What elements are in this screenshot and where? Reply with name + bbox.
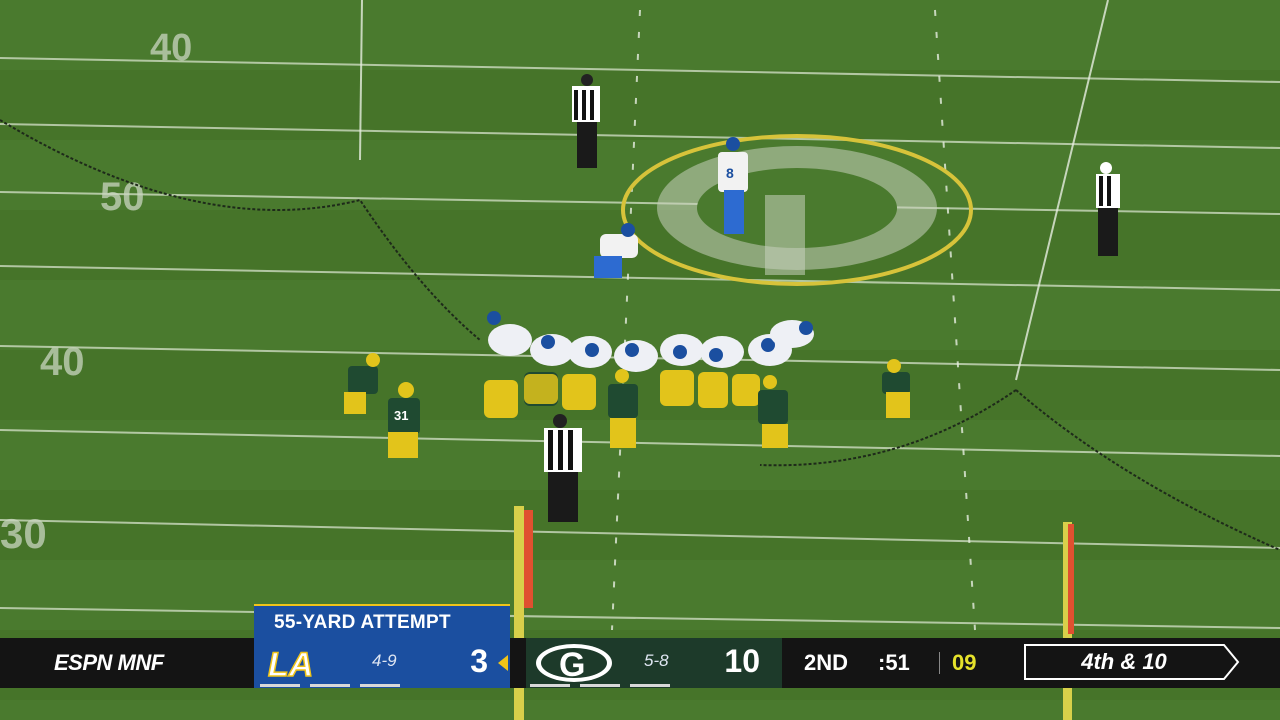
home-team-score: 10 — [724, 643, 760, 679]
rams-logo-text: LA — [268, 646, 313, 684]
home-team-record: 5-8 — [644, 651, 669, 670]
official-umpire — [544, 414, 582, 522]
svg-text:40: 40 — [150, 27, 192, 69]
svg-text:8: 8 — [726, 165, 734, 181]
timeout-marker — [310, 684, 350, 687]
down-and-distance: 4th & 10 — [1024, 644, 1240, 680]
banner-text: 55-YARD ATTEMPT — [274, 612, 451, 633]
kick-attempt-banner: 55-YARD ATTEMPT — [254, 604, 510, 638]
timeout-marker — [260, 684, 300, 687]
possession-indicator — [498, 655, 508, 671]
scorebug-divider — [510, 638, 526, 688]
scorebug: ESPN MNF LA 4-9 3 G 5-8 10 2ND :51 09 4t… — [0, 638, 1280, 688]
timeout-marker — [360, 684, 400, 687]
play-clock: 09 — [952, 650, 977, 675]
official-side-judge — [1096, 162, 1120, 256]
away-team-score: 3 — [470, 643, 488, 679]
packers-logo-text: G — [559, 646, 585, 684]
away-team-panel: LA 4-9 3 — [254, 638, 510, 688]
midfield-logo — [621, 134, 973, 286]
svg-text:50: 50 — [100, 175, 145, 219]
timeout-marker — [630, 684, 670, 687]
game-clock-panel: 2ND :51 09 — [792, 644, 992, 682]
quarter: 2ND — [804, 650, 849, 675]
broadcast-frame: 40 50 40 30 8 31 55-YARD ATTEMPT ESPN MN… — [0, 0, 1280, 720]
svg-text:30: 30 — [0, 510, 47, 557]
away-team-record: 4-9 — [372, 651, 397, 670]
timeout-marker — [580, 684, 620, 687]
svg-text:40: 40 — [40, 340, 85, 384]
packers-logo: G — [536, 644, 612, 684]
home-team-panel: G 5-8 10 — [526, 638, 782, 688]
network-logo: ESPN MNF — [54, 650, 164, 675]
away-timeouts — [260, 684, 410, 687]
game-clock: :51 — [878, 650, 910, 675]
home-timeouts — [530, 684, 680, 687]
timeout-marker — [530, 684, 570, 687]
clock-divider — [939, 652, 940, 674]
svg-text:31: 31 — [394, 408, 408, 423]
football-field: 40 50 40 30 8 31 — [0, 0, 1280, 720]
down-distance-text: 4th & 10 — [1081, 649, 1167, 674]
rams-logo: LA — [260, 642, 344, 684]
